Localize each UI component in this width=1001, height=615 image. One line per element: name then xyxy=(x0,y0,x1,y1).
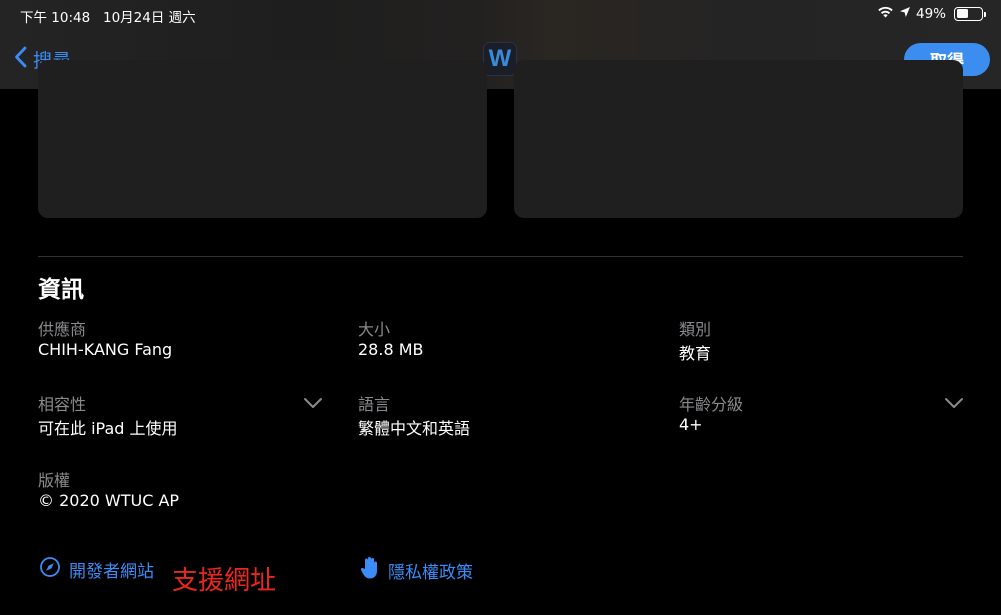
support-url-annotation: 支援網址 xyxy=(172,566,277,596)
app-icon-letter: W xyxy=(488,45,512,72)
status-bar: 下午 10:48 10月24日 週六 49% xyxy=(0,0,1001,30)
size-label: 大小 xyxy=(358,320,391,339)
battery-icon xyxy=(954,6,986,21)
age-rating-value: 4+ xyxy=(679,415,703,434)
wifi-icon xyxy=(877,5,894,22)
section-divider xyxy=(38,256,963,257)
compass-icon xyxy=(39,556,61,583)
screenshot-card[interactable] xyxy=(514,60,963,218)
battery-nub xyxy=(984,11,986,17)
size-value: 28.8 MB xyxy=(358,340,424,359)
compatibility-label: 相容性 xyxy=(38,395,87,414)
status-time: 下午 10:48 xyxy=(20,10,91,26)
language-label: 語言 xyxy=(358,395,391,414)
location-arrow-icon xyxy=(899,6,911,22)
language-value: 繁體中文和英語 xyxy=(358,419,471,438)
privacy-policy-label: 隱私權政策 xyxy=(388,563,473,583)
developer-website-link[interactable]: 開發者網站 xyxy=(39,556,154,583)
screenshot-card[interactable] xyxy=(38,60,487,218)
copyright-label: 版權 xyxy=(38,471,71,490)
hand-raised-icon xyxy=(360,556,380,585)
app-icon: W xyxy=(483,42,517,76)
battery-percentage: 49% xyxy=(915,5,946,22)
provider-label: 供應商 xyxy=(38,320,87,339)
chevron-left-icon xyxy=(14,46,27,73)
age-rating-label: 年齡分級 xyxy=(679,395,744,414)
category-value: 教育 xyxy=(679,344,712,363)
category-label: 類別 xyxy=(679,320,712,339)
copyright-value: © 2020 WTUC AP xyxy=(38,491,180,510)
chevron-down-icon[interactable] xyxy=(944,397,964,409)
compatibility-value: 可在此 iPad 上使用 xyxy=(38,419,178,438)
developer-website-label: 開發者網站 xyxy=(69,562,154,582)
provider-value: CHIH-KANG Fang xyxy=(38,340,173,359)
battery-level-fill xyxy=(956,9,968,18)
status-date: 10月24日 週六 xyxy=(103,10,196,26)
privacy-policy-link[interactable]: 隱私權政策 xyxy=(360,556,473,585)
status-indicators: 49% xyxy=(877,5,986,22)
section-title: 資訊 xyxy=(38,277,84,303)
chevron-down-icon[interactable] xyxy=(303,397,323,409)
